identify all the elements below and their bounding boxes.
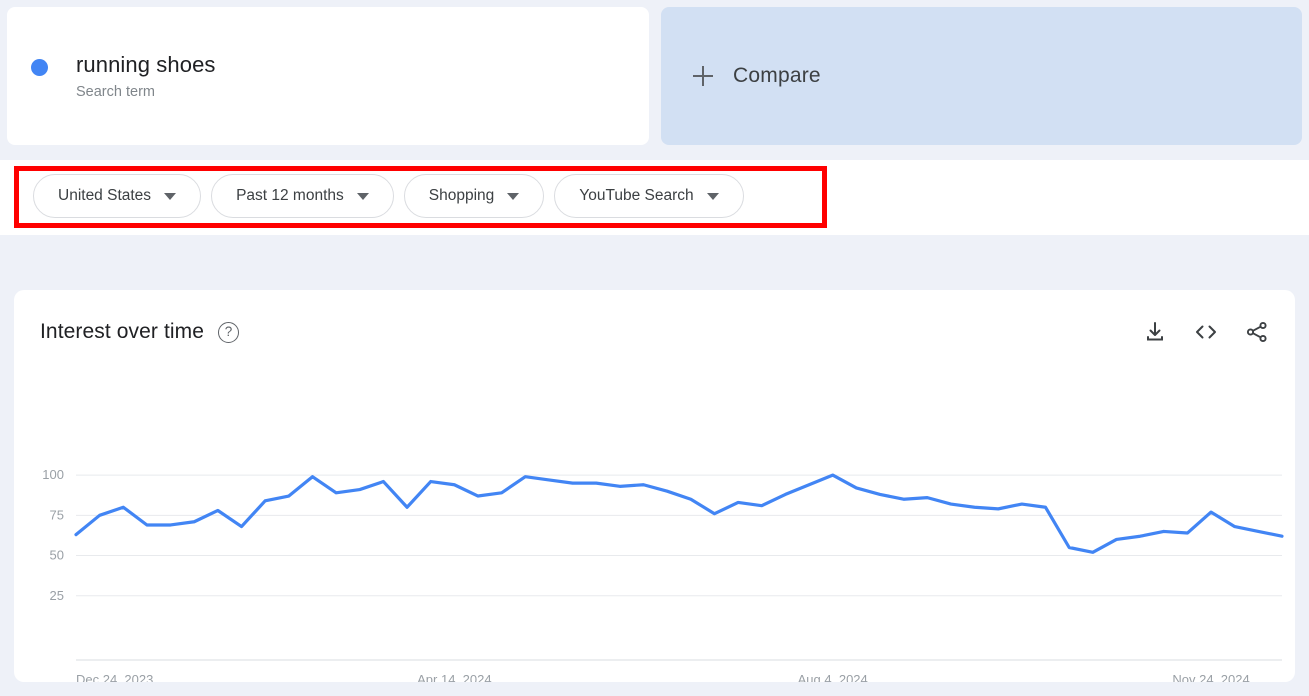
compare-label: Compare (733, 64, 821, 87)
interest-over-time-plot: 25 50 75 100 Dec 24, 2023 Apr 14, 2024 Aug 4, … (14, 366, 1295, 682)
filter-location-label: United States (58, 187, 152, 204)
y-axis-tick-label: 50 (50, 548, 64, 563)
plus-icon (693, 66, 713, 86)
filter-chips: United States Past 12 months Shopping Yo… (33, 174, 744, 218)
search-term-texts: running shoes Search term (76, 51, 216, 102)
chart-header: Interest over time ? (40, 314, 1269, 350)
search-terms-row: running shoes Search term Compare (0, 0, 1309, 152)
chevron-down-icon (164, 192, 177, 200)
download-icon[interactable] (1143, 320, 1167, 344)
filter-location[interactable]: United States (33, 174, 202, 218)
x-axis-tick-label: Apr 14, 2024 (417, 672, 491, 682)
interest-over-time-card: Interest over time ? 25 50 75 100 Dec 24… (14, 290, 1295, 682)
chart-actions (1143, 320, 1269, 344)
chart-title-wrap: Interest over time ? (40, 320, 240, 344)
x-axis-tick-label: Aug 4, 2024 (798, 672, 868, 682)
compare-button[interactable]: Compare (661, 7, 1302, 145)
trend-line-series[interactable] (74, 473, 1284, 554)
search-term-subtitle: Search term (76, 83, 155, 100)
filter-search-type-label: YouTube Search (579, 187, 694, 204)
chevron-down-icon (356, 192, 369, 200)
filter-category-label: Shopping (428, 187, 495, 204)
share-icon[interactable] (1245, 320, 1269, 344)
filter-search-type[interactable]: YouTube Search (554, 174, 744, 218)
filter-time-range-label: Past 12 months (236, 187, 344, 204)
series-color-dot-icon (31, 58, 48, 76)
compare-inner: Compare (693, 64, 821, 88)
search-term-inner: running shoes Search term (31, 51, 216, 102)
google-trends-page: running shoes Search term Compare United… (0, 0, 1309, 696)
y-axis-tick-label: 25 (50, 588, 64, 603)
chevron-down-icon (706, 192, 719, 200)
chart-title: Interest over time (40, 320, 205, 343)
embed-code-icon[interactable] (1193, 320, 1219, 344)
y-axis-tick-label: 75 (50, 507, 64, 522)
filter-time-range[interactable]: Past 12 months (211, 174, 394, 218)
y-axis-tick-label: 100 (42, 467, 64, 482)
search-term-card[interactable]: running shoes Search term (7, 7, 649, 145)
search-term-title: running shoes (76, 51, 216, 77)
chevron-down-icon (507, 192, 520, 200)
question-mark-icon[interactable]: ? (218, 321, 240, 343)
x-axis-tick-label: Nov 24, 2024 (1172, 672, 1249, 682)
x-axis-tick-label: Dec 24, 2023 (76, 672, 153, 682)
filter-category[interactable]: Shopping (403, 174, 545, 218)
filter-bar: United States Past 12 months Shopping Yo… (0, 160, 1309, 235)
chart-svg: 25 50 75 100 Dec 24, 2023 Apr 14, 2024 Aug 4, … (42, 467, 1284, 682)
